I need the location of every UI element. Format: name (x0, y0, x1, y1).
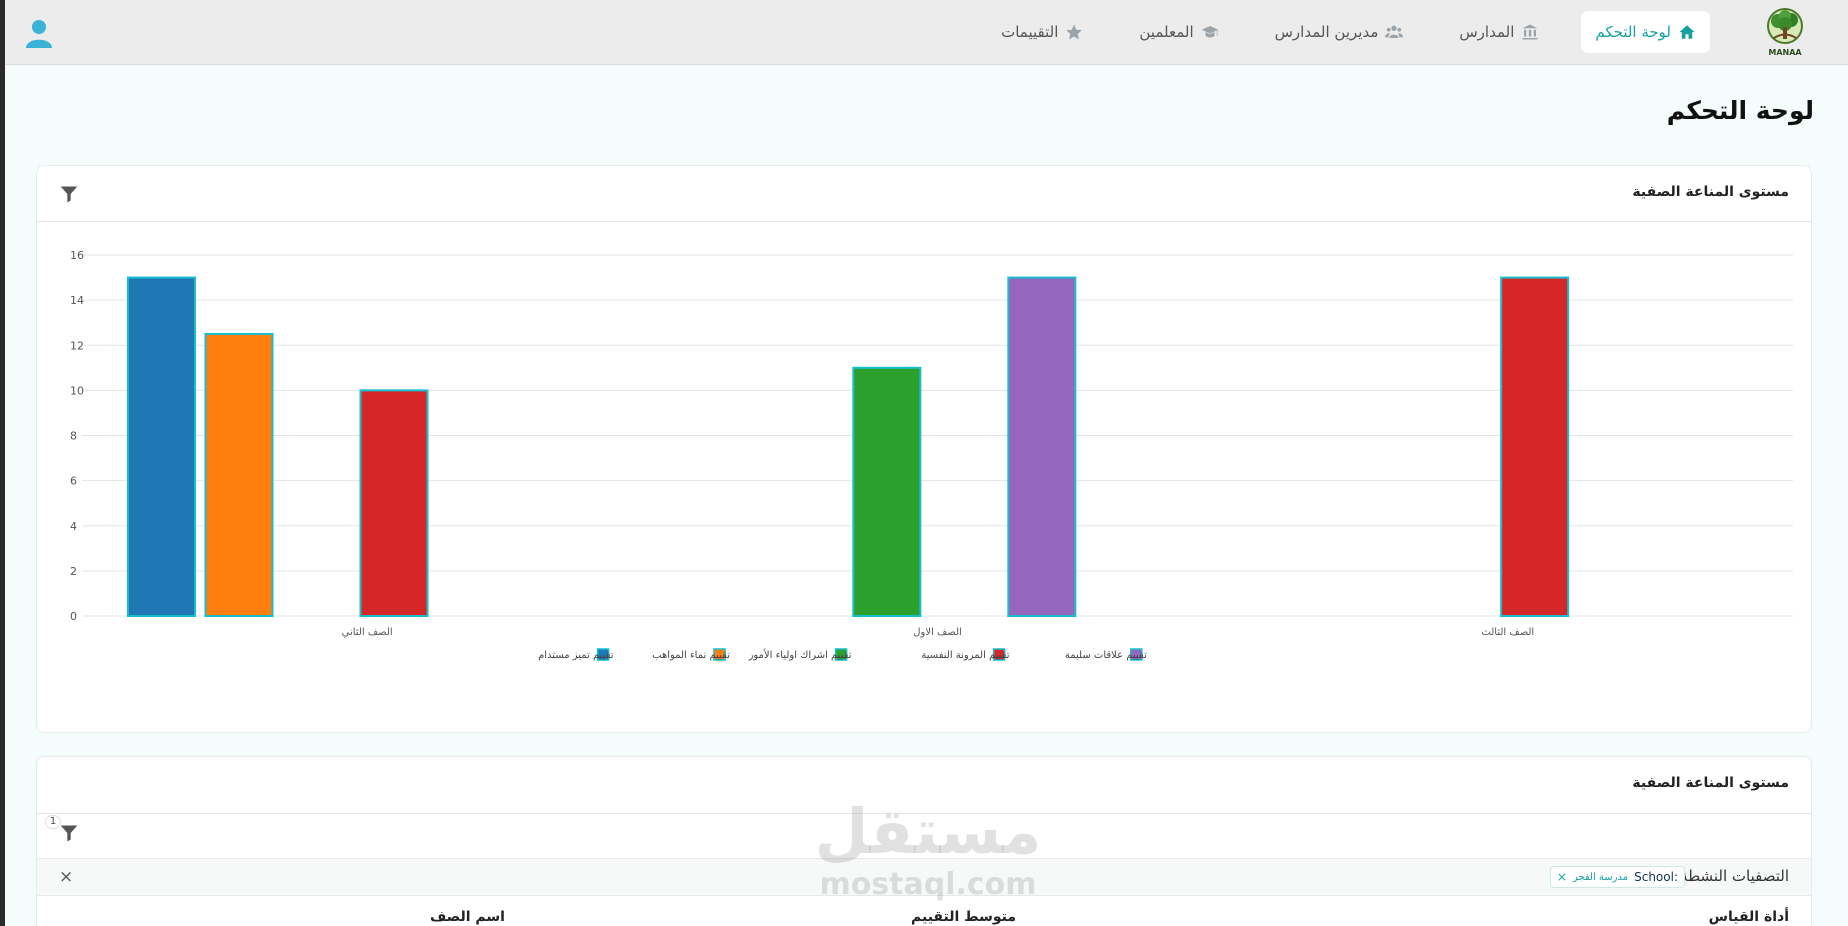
card-header: مستوى المناعة الصفية (37, 166, 1811, 222)
active-filters-bar: التصفيات النشطة × مدرسة الفجر School: × (37, 859, 1811, 896)
bar (1007, 276, 1077, 617)
nav-item-dashboard[interactable]: لوحة التحكم (1581, 11, 1710, 53)
star-icon (1066, 24, 1083, 40)
active-filters-label: التصفيات النشطة (1680, 867, 1789, 885)
x-tick-label: الصف الثالث (1481, 627, 1534, 638)
y-tick-label: 6 (70, 475, 77, 488)
tree-logo-icon (1767, 8, 1803, 44)
column-header-measurement-tool[interactable]: أداة القياس (1709, 909, 1789, 925)
filter-icon (60, 825, 78, 842)
clear-filters-icon[interactable]: × (59, 867, 73, 887)
immunity-table-card: مستوى المناعة الصفية 1 التصفيات النشطة ×… (36, 756, 1812, 926)
filter-chip-school[interactable]: × مدرسة الفجر School: (1549, 866, 1685, 888)
users-icon (1385, 25, 1404, 38)
navbar: MANAA لوحة التحكم المدارس مديرين المدارس… (5, 0, 1848, 65)
main-nav: لوحة التحكم المدارس مديرين المدارس المعل… (987, 11, 1710, 53)
column-header-class-name[interactable]: اسم الصف (430, 909, 505, 925)
legend-label: تقييم نماء المواهب (652, 650, 730, 661)
y-tick-label: 8 (70, 430, 77, 443)
filter-row (37, 814, 1811, 859)
chip-value: مدرسة الفجر (1572, 871, 1629, 883)
filter-icon (60, 186, 78, 203)
immunity-chart-card: مستوى المناعة الصفية 0 2 4 6 8 10 12 14 16 الصف ا… (36, 165, 1812, 733)
nav-item-label: المعلمين (1139, 23, 1194, 41)
y-tick-label: 0 (70, 610, 77, 623)
column-header-average-rating[interactable]: متوسط التقييم (911, 909, 1016, 925)
bar-chart: 0 2 4 6 8 10 12 14 16 الصف الثاني الصف الاول الصف ا… (70, 249, 1793, 661)
bar (204, 332, 274, 617)
y-tick-label: 12 (70, 339, 84, 352)
legend-label: تقييم المرونة النفسية (921, 650, 1009, 661)
user-avatar-icon[interactable] (24, 18, 54, 50)
bar (852, 366, 922, 617)
bar (1500, 276, 1570, 617)
card-header: مستوى المناعة الصفية (37, 757, 1811, 814)
nav-item-teachers[interactable]: المعلمين (1125, 11, 1232, 53)
y-tick-label: 16 (70, 249, 84, 262)
y-tick-label: 2 (70, 565, 77, 578)
bar (359, 389, 429, 617)
y-tick-label: 4 (70, 520, 77, 533)
y-tick-label: 14 (70, 294, 84, 307)
logo[interactable]: MANAA (1764, 7, 1806, 59)
chip-key: School: (1634, 870, 1678, 884)
nav-item-label: التقييمات (1001, 23, 1059, 41)
chip-remove-icon[interactable]: × (1557, 870, 1567, 884)
nav-item-schools[interactable]: المدارس (1445, 11, 1553, 53)
nav-item-school-managers[interactable]: مديرين المدارس (1261, 11, 1418, 53)
legend-label: تقييم علاقات سليمة (1065, 650, 1147, 661)
app: MANAA لوحة التحكم المدارس مديرين المدارس… (5, 0, 1848, 926)
legend-label: تقييم تميز مستدام (538, 650, 614, 661)
nav-item-evaluations[interactable]: التقييمات (987, 11, 1097, 53)
nav-item-label: المدارس (1459, 23, 1515, 41)
legend-label: تقييم اشراك اولياء الأمور (748, 648, 852, 661)
filter-button[interactable] (59, 823, 79, 843)
institution-icon (1522, 24, 1538, 40)
x-tick-label: الصف الاول (913, 627, 962, 638)
home-icon (1679, 25, 1695, 39)
y-tick-label: 10 (70, 384, 84, 397)
nav-item-label: مديرين المدارس (1274, 23, 1379, 41)
bar (127, 276, 196, 617)
x-tick-label: الصف الثاني (342, 627, 393, 638)
graduation-cap-icon (1201, 26, 1218, 38)
nav-item-label: لوحة التحكم (1595, 23, 1671, 41)
page-title: لوحة التحكم (1666, 96, 1814, 125)
filter-button[interactable] (59, 184, 79, 204)
card-title: مستوى المناعة الصفية (1632, 775, 1789, 791)
logo-text: MANAA (1768, 48, 1802, 57)
card-title: مستوى المناعة الصفية (1632, 184, 1789, 200)
